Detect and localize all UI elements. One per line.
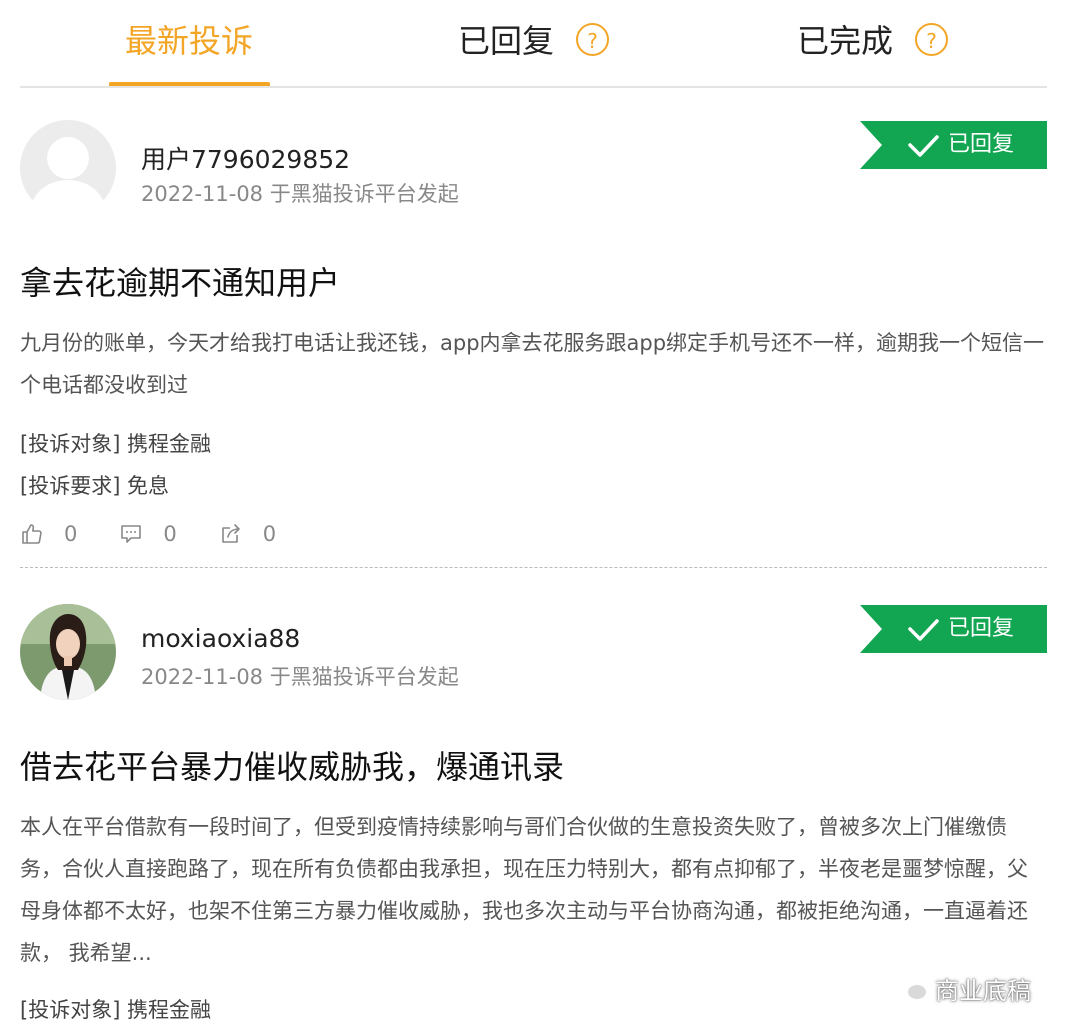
comment-icon <box>121 525 142 543</box>
complaint-body: 九月份的账单，今天才给我打电话让我还钱，app内拿去花服务跟app绑定手机号还不… <box>20 331 1045 397</box>
post-meta: 2022-11-08 于黑猫投诉平台发起 <box>141 182 459 206</box>
avatar[interactable] <box>20 120 116 216</box>
question-circle-icon[interactable]: ? <box>915 22 949 56</box>
watermark-text: 商业底稿 <box>935 976 1031 1005</box>
default-avatar-icon <box>20 120 116 216</box>
username[interactable]: 用户7796029852 <box>141 140 350 176</box>
tab-replied[interactable]: 已回复 ? <box>458 14 610 64</box>
username[interactable]: moxiaoxia88 <box>141 624 300 653</box>
status-badge: 已回复 <box>860 121 1047 169</box>
avatar[interactable] <box>20 604 116 700</box>
like-count: 0 <box>64 522 78 546</box>
complaint-title[interactable]: 借去花平台暴力催收威胁我，爆通讯录 <box>20 742 564 788</box>
status-label: 已回复 <box>948 616 1015 641</box>
post-meta: 2022-11-08 于黑猫投诉平台发起 <box>141 665 459 689</box>
tab-latest-complaints[interactable]: 最新投诉 <box>125 14 253 64</box>
tab-label: 最新投诉 <box>125 22 254 60</box>
share-count: 0 <box>262 522 277 546</box>
question-circle-icon[interactable]: ? <box>576 22 610 56</box>
comment-button[interactable]: 0 <box>119 522 177 546</box>
tabs-divider <box>20 86 1047 88</box>
card-divider <box>20 567 1047 568</box>
action-bar: 0 0 0 <box>20 520 318 548</box>
like-button[interactable]: 0 <box>20 522 77 546</box>
status-label: 已回复 <box>948 132 1015 157</box>
watermark: 商业底稿 <box>893 968 1031 1008</box>
wechat-icon <box>894 974 928 1001</box>
tab-completed[interactable]: 已完成 ? <box>797 14 949 64</box>
complaint-body: 本人在平台借款有一段时间了，但受到疫情持续影响与哥们合伙做的生意投资失败了，曾被… <box>20 815 1028 965</box>
comment-count: 0 <box>163 522 177 546</box>
complaint-tabs: 最新投诉 已回复 ? 已完成 ? <box>20 0 1047 90</box>
thumbs-up-icon <box>22 524 42 544</box>
tab-label: 已回复 <box>458 22 555 60</box>
complaint-demand: [投诉要求] 免息 <box>20 474 170 498</box>
complaint-target: [投诉对象] 携程金融 <box>20 998 212 1022</box>
user-photo-avatar <box>20 604 116 700</box>
complaint-target: [投诉对象] 携程金融 <box>20 432 212 456</box>
status-badge: 已回复 <box>860 605 1047 653</box>
share-icon <box>221 524 240 543</box>
share-button[interactable]: 0 <box>219 522 276 546</box>
complaint-title[interactable]: 拿去花逾期不通知用户 <box>20 258 340 304</box>
tab-label: 已完成 <box>797 22 894 60</box>
